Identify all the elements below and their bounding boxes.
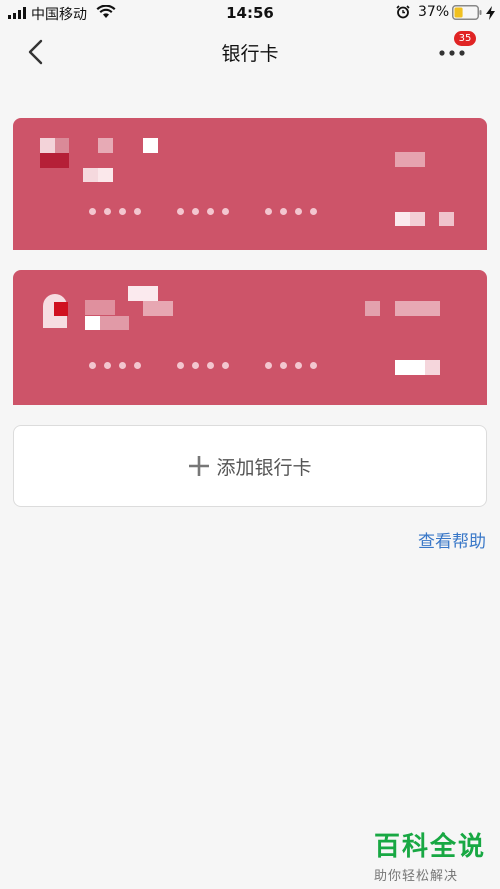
card-number-masked — [89, 362, 369, 369]
page-title: 银行卡 — [221, 43, 279, 65]
mosaic-blur — [40, 138, 55, 153]
bank-card[interactable] — [13, 118, 487, 250]
bank-logo-icon — [43, 294, 68, 328]
watermark-subtitle: 助你轻松解决 — [374, 869, 459, 884]
notification-badge: 35 — [454, 31, 476, 46]
bank-card[interactable] — [13, 270, 487, 405]
nav-bar: 银行卡 — [0, 26, 500, 78]
more-dots-icon — [439, 50, 465, 56]
add-bank-card-button[interactable]: 添加银行卡 — [13, 425, 487, 507]
watermark-logo: 百科全说 助你轻松解决 — [374, 826, 494, 884]
battery-percent: 37% — [418, 4, 450, 20]
add-bank-card-label: 添加银行卡 — [216, 456, 312, 479]
status-bar: 中国移动 14:56 37% — [0, 0, 500, 26]
card-number-masked — [89, 208, 369, 215]
view-help-link[interactable]: 查看帮助 — [418, 527, 486, 552]
mosaic-blur — [85, 300, 115, 315]
charging-bolt-icon — [486, 6, 495, 20]
watermark-title: 百科全说 — [374, 832, 487, 862]
alarm-icon — [396, 5, 410, 19]
battery-icon — [452, 5, 482, 20]
plus-icon — [189, 456, 210, 476]
